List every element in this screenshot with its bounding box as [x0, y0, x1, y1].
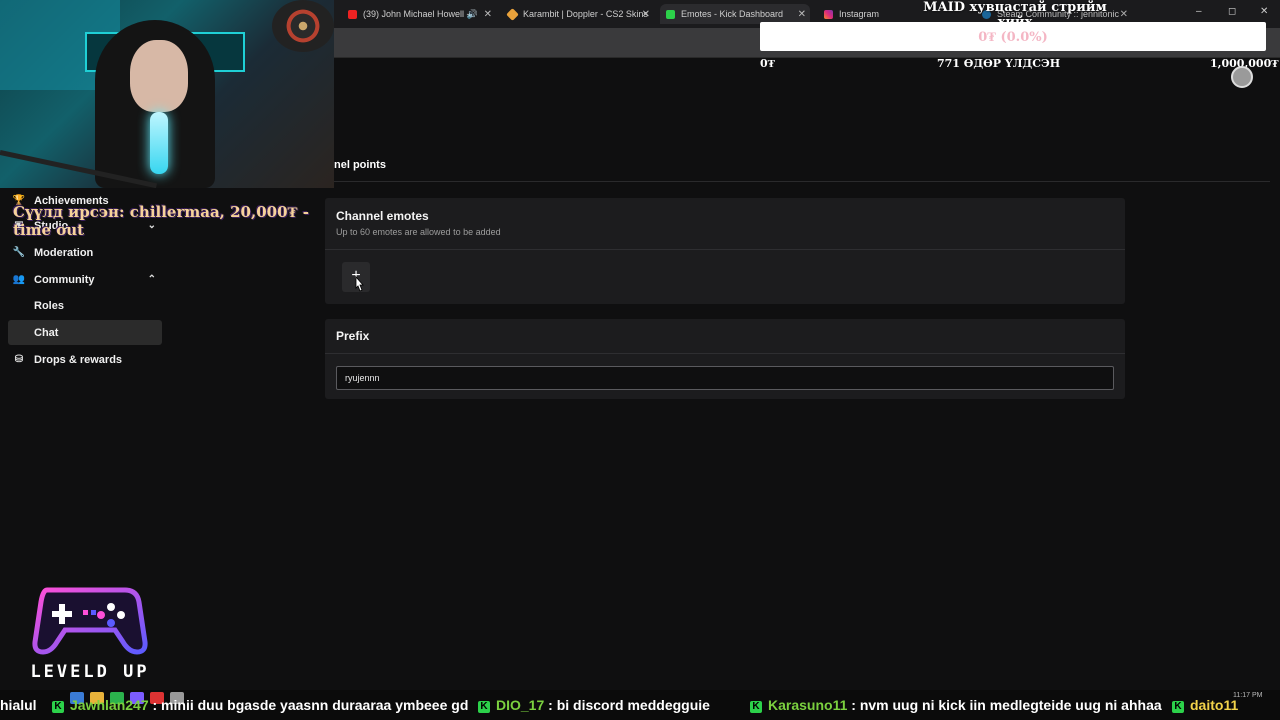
- webcam-overlay: LEVEL UP: [0, 0, 334, 188]
- screen: (39) John Michael Howell - 🔊 ✕ Karambit …: [0, 0, 1280, 720]
- tab-youtube[interactable]: (39) John Michael Howell - 🔊 ✕: [348, 4, 492, 24]
- card-divider: [325, 353, 1125, 354]
- chat-username: DIO_17: [496, 697, 545, 713]
- avatar[interactable]: [1231, 66, 1253, 88]
- chat-username: hialul: [0, 697, 37, 713]
- close-tab-icon[interactable]: ✕: [642, 9, 650, 20]
- chat-message: hialul: [0, 697, 37, 713]
- card-subtitle: Up to 60 emotes are allowed to be added: [336, 227, 501, 237]
- sidebar-item-chat[interactable]: Chat: [8, 320, 162, 345]
- chat-username: Karasuno11: [768, 697, 848, 713]
- kick-icon: [666, 9, 675, 19]
- sidebar-item-label: Moderation: [34, 246, 94, 259]
- leveld-up-logo: LEVELD UP: [25, 580, 155, 686]
- goal-progress-text: 0₮ (0.0%): [978, 29, 1048, 45]
- chat-text: : minii duu bgasde yaasnn duraaraa ymbee…: [148, 697, 469, 713]
- close-tab-icon[interactable]: ✕: [484, 9, 492, 20]
- chat-username: Jawhlan247: [70, 697, 149, 713]
- chat-text: : nvm uug ni kick iin medlegteide uug ni…: [847, 697, 1162, 713]
- kick-badge-icon: K: [52, 701, 64, 713]
- tab-label: Karambit | Doppler - CS2 Skins: [523, 9, 648, 19]
- chevron-up-icon[interactable]: ⌃: [148, 274, 156, 285]
- sidebar-item-drops-rewards[interactable]: ⛁ Drops & rewards: [8, 347, 162, 372]
- chat-message: K Karasuno11 : nvm uug ni kick iin medleg…: [750, 697, 1162, 713]
- card-title: Prefix: [336, 329, 370, 343]
- sidebar-item-community[interactable]: 👥 Community ⌃: [8, 267, 162, 292]
- tab-label: (39) John Michael Howell -: [363, 9, 470, 19]
- close-tab-icon[interactable]: ✕: [798, 9, 806, 20]
- sidebar-item-label: Chat: [34, 326, 59, 339]
- tab-label: Instagram: [839, 9, 880, 19]
- card-title: Channel emotes: [336, 209, 429, 223]
- chat-message: K DIO_17 : bi discord meddegguie: [478, 697, 710, 713]
- restore-icon[interactable]: ◻: [1228, 6, 1236, 17]
- logo-text: LEVELD UP: [30, 662, 150, 682]
- chat-ticker: hialul K Jawhlan247 : minii duu bgasde ya…: [0, 690, 1280, 720]
- prefix-input[interactable]: [336, 366, 1114, 390]
- goal-days-remaining: 771 ӨДӨР ҮЛДСЭН: [937, 57, 1061, 70]
- latest-donation-alert: Сүүлд ирсэн: chillermaa, 20,000₮ - time …: [13, 203, 309, 239]
- taskbar-clock: 11:17 PM: [1233, 692, 1263, 699]
- chat-text: : bi discord meddegguie: [544, 697, 710, 713]
- kick-badge-icon: K: [1172, 701, 1184, 713]
- chat-message: K Jawhlan247 : minii duu bgasde yaasnn du…: [52, 697, 468, 713]
- goal-progress-bar: 0₮ (0.0%): [760, 22, 1266, 51]
- kick-badge-icon: K: [478, 701, 490, 713]
- drops-icon: ⛁: [14, 354, 24, 365]
- sidebar-item-label: Community: [34, 273, 95, 286]
- karambit-icon: [506, 7, 519, 21]
- tab-kick-dashboard[interactable]: Emotes - Kick Dashboard ✕: [660, 4, 810, 24]
- sidebar-item-moderation[interactable]: 🔧 Moderation: [8, 240, 162, 265]
- prefix-card: Prefix: [325, 319, 1125, 399]
- streamer-face: [130, 40, 188, 112]
- goal-start-label: 0₮: [760, 57, 775, 70]
- chat-username: daito11: [1190, 697, 1239, 713]
- sidebar-item-label: Roles: [34, 299, 64, 312]
- close-window-icon[interactable]: ✕: [1260, 6, 1268, 17]
- sidebar-item-label: Drops & rewards: [34, 353, 123, 366]
- tab-karambit[interactable]: Karambit | Doppler - CS2 Skins ✕: [506, 4, 650, 24]
- channel-emotes-card: Channel emotes Up to 60 emotes are allow…: [325, 198, 1125, 304]
- microphone: [150, 112, 168, 174]
- speaker-icon: 🔊: [466, 8, 478, 19]
- youtube-icon: [348, 9, 357, 19]
- wrench-icon: 🔧: [12, 247, 26, 258]
- page-heading: nel points: [334, 159, 386, 171]
- instagram-icon: [824, 9, 833, 19]
- kick-badge-icon: K: [750, 701, 762, 713]
- dartboard: [272, 0, 334, 52]
- minimize-icon[interactable]: –: [1196, 6, 1202, 17]
- mouse-cursor-icon: [353, 275, 365, 295]
- gamepad-icon: [32, 587, 148, 655]
- heading-divider: [334, 181, 1270, 182]
- sidebar-item-roles[interactable]: Roles: [8, 293, 162, 318]
- card-divider: [325, 249, 1125, 250]
- tab-label: Emotes - Kick Dashboard: [681, 9, 784, 19]
- chat-message: Kdaito11: [1172, 697, 1238, 713]
- community-icon: 👥: [12, 274, 26, 285]
